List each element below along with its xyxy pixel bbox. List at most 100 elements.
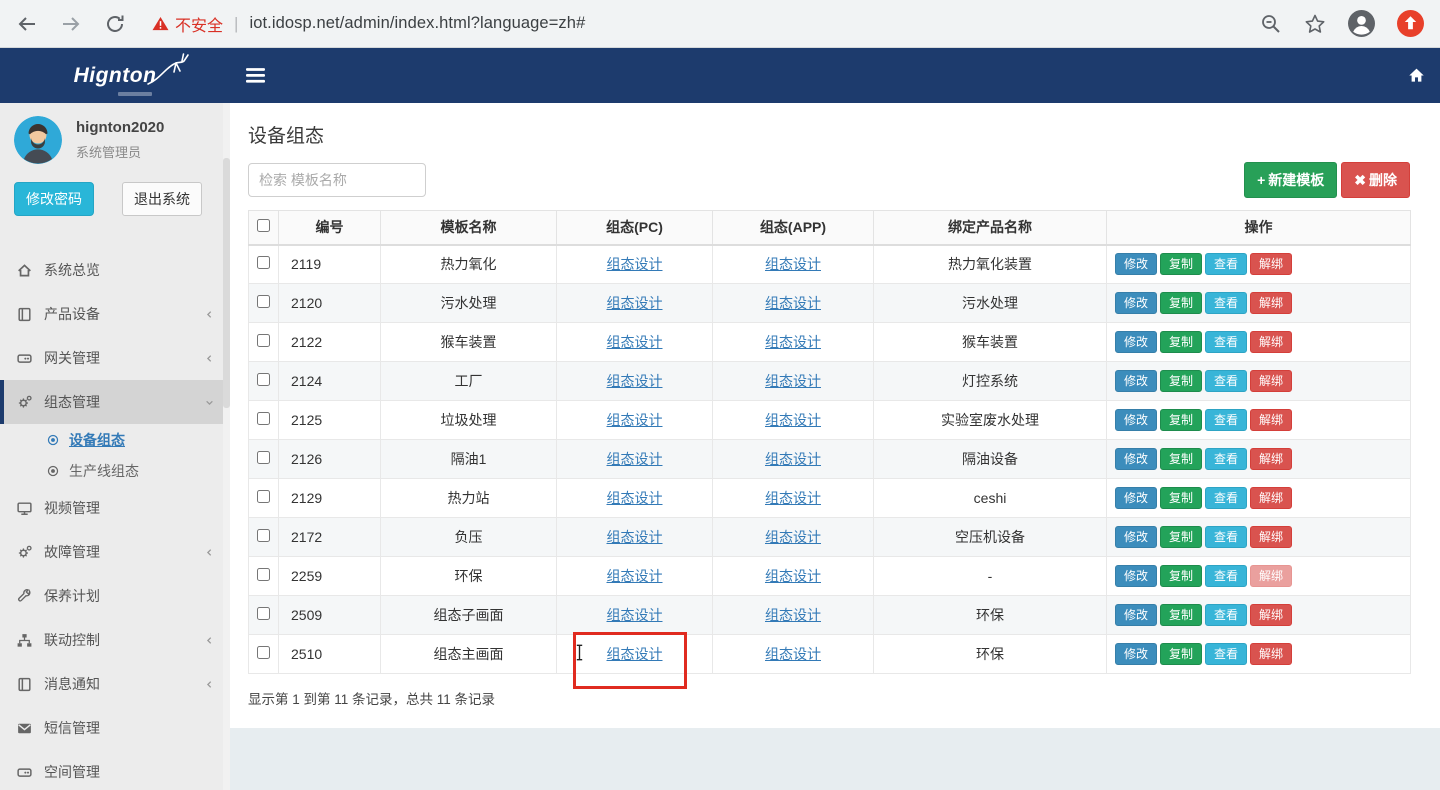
app-config-link[interactable]: 组态设计 — [765, 529, 821, 545]
view-button[interactable]: 查看 — [1205, 487, 1247, 509]
row-checkbox[interactable] — [257, 490, 270, 503]
view-button[interactable]: 查看 — [1205, 253, 1247, 275]
sidebar-item-system-overview[interactable]: 系统总览 — [0, 248, 230, 292]
modify-button[interactable]: 修改 — [1115, 487, 1157, 509]
pc-config-link[interactable]: 组态设计 — [607, 529, 663, 545]
copy-button[interactable]: 复制 — [1160, 331, 1202, 353]
row-checkbox[interactable] — [257, 334, 270, 347]
unbind-button[interactable]: 解绑 — [1250, 448, 1292, 470]
pc-config-link[interactable]: 组态设计 — [607, 568, 663, 584]
copy-button[interactable]: 复制 — [1160, 487, 1202, 509]
change-password-button[interactable]: 修改密码 — [14, 182, 94, 216]
pc-config-link[interactable]: 组态设计 — [607, 256, 663, 272]
sidebar-item-message-notify[interactable]: 消息通知 — [0, 662, 230, 706]
logout-button[interactable]: 退出系统 — [122, 182, 202, 216]
pc-config-link[interactable]: 组态设计 — [607, 412, 663, 428]
copy-button[interactable]: 复制 — [1160, 526, 1202, 548]
delete-button[interactable]: ✖ 删除 — [1341, 162, 1410, 198]
hamburger-menu-icon[interactable] — [246, 68, 265, 83]
row-checkbox[interactable] — [257, 529, 270, 542]
view-button[interactable]: 查看 — [1205, 604, 1247, 626]
modify-button[interactable]: 修改 — [1115, 409, 1157, 431]
sidebar-subitem-device-config[interactable]: 设备组态 — [0, 424, 230, 455]
unbind-button[interactable]: 解绑 — [1250, 604, 1292, 626]
row-checkbox[interactable] — [257, 646, 270, 659]
sidebar-item-space-mgmt[interactable]: 空间管理 — [0, 750, 230, 790]
unbind-button[interactable]: 解绑 — [1250, 409, 1292, 431]
row-checkbox[interactable] — [257, 412, 270, 425]
unbind-button[interactable]: 解绑 — [1250, 526, 1292, 548]
modify-button[interactable]: 修改 — [1115, 370, 1157, 392]
copy-button[interactable]: 复制 — [1160, 370, 1202, 392]
modify-button[interactable]: 修改 — [1115, 565, 1157, 587]
row-checkbox[interactable] — [257, 295, 270, 308]
browser-profile-icon[interactable] — [1348, 10, 1375, 37]
view-button[interactable]: 查看 — [1205, 409, 1247, 431]
app-config-link[interactable]: 组态设计 — [765, 568, 821, 584]
row-checkbox[interactable] — [257, 568, 270, 581]
row-checkbox[interactable] — [257, 607, 270, 620]
select-all-checkbox[interactable] — [257, 219, 270, 232]
app-config-link[interactable]: 组态设计 — [765, 295, 821, 311]
app-config-link[interactable]: 组态设计 — [765, 373, 821, 389]
app-config-link[interactable]: 组态设计 — [765, 334, 821, 350]
unbind-button[interactable]: 解绑 — [1250, 643, 1292, 665]
view-button[interactable]: 查看 — [1205, 526, 1247, 548]
sidebar-item-video-mgmt[interactable]: 视频管理 — [0, 486, 230, 530]
browser-reload-icon[interactable] — [104, 13, 126, 35]
app-config-link[interactable]: 组态设计 — [765, 256, 821, 272]
sidebar-item-gateway-mgmt[interactable]: 网关管理 — [0, 336, 230, 380]
new-template-button[interactable]: + 新建模板 — [1244, 162, 1337, 198]
pc-config-link[interactable]: 组态设计 — [607, 451, 663, 467]
copy-button[interactable]: 复制 — [1160, 448, 1202, 470]
security-warning-label[interactable]: 不安全 — [175, 12, 223, 36]
browser-back-icon[interactable] — [16, 13, 38, 35]
view-button[interactable]: 查看 — [1205, 292, 1247, 314]
row-checkbox[interactable] — [257, 256, 270, 269]
unbind-button[interactable]: 解绑 — [1250, 331, 1292, 353]
app-config-link[interactable]: 组态设计 — [765, 451, 821, 467]
copy-button[interactable]: 复制 — [1160, 565, 1202, 587]
row-checkbox[interactable] — [257, 451, 270, 464]
unbind-button[interactable]: 解绑 — [1250, 370, 1292, 392]
app-config-link[interactable]: 组态设计 — [765, 607, 821, 623]
copy-button[interactable]: 复制 — [1160, 643, 1202, 665]
browser-forward-icon[interactable] — [60, 13, 82, 35]
search-input[interactable] — [248, 163, 426, 197]
sidebar-item-sms-mgmt[interactable]: 短信管理 — [0, 706, 230, 750]
sidebar-item-config-mgmt[interactable]: 组态管理 — [0, 380, 230, 424]
sidebar-item-product-device[interactable]: 产品设备 — [0, 292, 230, 336]
sidebar-item-fault-mgmt[interactable]: 故障管理 — [0, 530, 230, 574]
pc-config-link[interactable]: 组态设计 — [607, 490, 663, 506]
modify-button[interactable]: 修改 — [1115, 448, 1157, 470]
home-icon[interactable] — [1408, 67, 1425, 84]
modify-button[interactable]: 修改 — [1115, 292, 1157, 314]
sidebar-scrollbar-track[interactable] — [223, 103, 230, 790]
modify-button[interactable]: 修改 — [1115, 253, 1157, 275]
copy-button[interactable]: 复制 — [1160, 253, 1202, 275]
bookmark-star-icon[interactable] — [1304, 13, 1326, 35]
app-config-link[interactable]: 组态设计 — [765, 412, 821, 428]
pc-config-link[interactable]: 组态设计 — [607, 373, 663, 389]
unbind-button[interactable]: 解绑 — [1250, 487, 1292, 509]
view-button[interactable]: 查看 — [1205, 565, 1247, 587]
logo[interactable]: Hignton — [0, 48, 230, 103]
copy-button[interactable]: 复制 — [1160, 409, 1202, 431]
view-button[interactable]: 查看 — [1205, 370, 1247, 392]
sidebar-item-maintenance-plan[interactable]: 保养计划 — [0, 574, 230, 618]
browser-update-icon[interactable] — [1397, 10, 1424, 37]
sidebar-scrollbar-thumb[interactable] — [223, 158, 230, 408]
pc-config-link[interactable]: 组态设计 — [607, 334, 663, 350]
view-button[interactable]: 查看 — [1205, 331, 1247, 353]
unbind-button[interactable]: 解绑 — [1250, 253, 1292, 275]
sidebar-subitem-production-line-config[interactable]: 生产线组态 — [0, 455, 230, 486]
modify-button[interactable]: 修改 — [1115, 331, 1157, 353]
sidebar-item-linkage-control[interactable]: 联动控制 — [0, 618, 230, 662]
unbind-button[interactable]: 解绑 — [1250, 292, 1292, 314]
view-button[interactable]: 查看 — [1205, 448, 1247, 470]
modify-button[interactable]: 修改 — [1115, 604, 1157, 626]
pc-config-link[interactable]: 组态设计 — [607, 607, 663, 623]
modify-button[interactable]: 修改 — [1115, 643, 1157, 665]
view-button[interactable]: 查看 — [1205, 643, 1247, 665]
modify-button[interactable]: 修改 — [1115, 526, 1157, 548]
